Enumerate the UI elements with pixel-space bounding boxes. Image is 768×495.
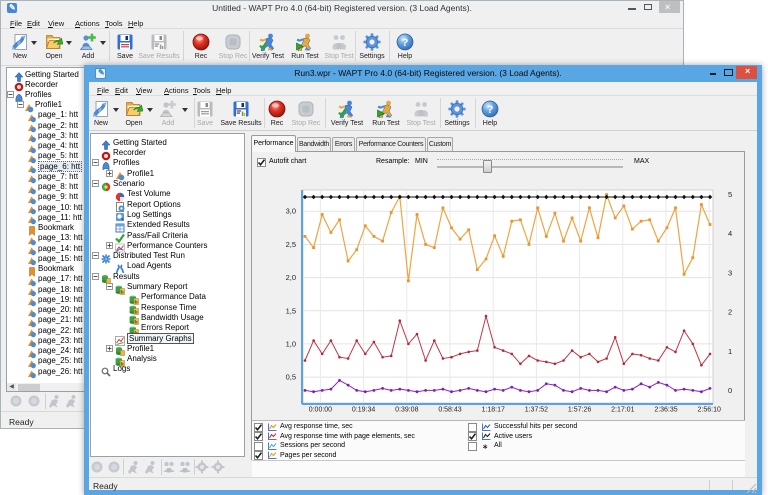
svg-text:3,0: 3,0 bbox=[286, 207, 296, 216]
svg-text:1,0: 1,0 bbox=[286, 339, 296, 348]
svg-text:0,5: 0,5 bbox=[286, 373, 296, 382]
svg-text:2:56:10: 2:56:10 bbox=[698, 407, 721, 414]
svg-text:3: 3 bbox=[728, 269, 732, 278]
svg-text:0:58:43: 0:58:43 bbox=[438, 407, 461, 414]
svg-text:1:37:52: 1:37:52 bbox=[525, 407, 548, 414]
svg-text:1,5: 1,5 bbox=[286, 306, 296, 315]
svg-text:2:36:35: 2:36:35 bbox=[654, 407, 677, 414]
svg-text:0: 0 bbox=[728, 386, 732, 395]
svg-text:5: 5 bbox=[728, 190, 732, 199]
svg-text:2: 2 bbox=[728, 308, 732, 317]
svg-text:0:39:08: 0:39:08 bbox=[395, 407, 418, 414]
svg-text:2,5: 2,5 bbox=[286, 240, 296, 249]
svg-text:2,0: 2,0 bbox=[286, 273, 296, 282]
svg-text:1: 1 bbox=[728, 347, 732, 356]
svg-text:1:57:26: 1:57:26 bbox=[568, 407, 591, 414]
svg-text:0:19:34: 0:19:34 bbox=[352, 407, 375, 414]
svg-text:1:18:17: 1:18:17 bbox=[482, 407, 505, 414]
svg-text:4: 4 bbox=[728, 229, 732, 238]
svg-text:2:17:01: 2:17:01 bbox=[611, 407, 634, 414]
svg-text:0:00:00: 0:00:00 bbox=[309, 407, 332, 414]
